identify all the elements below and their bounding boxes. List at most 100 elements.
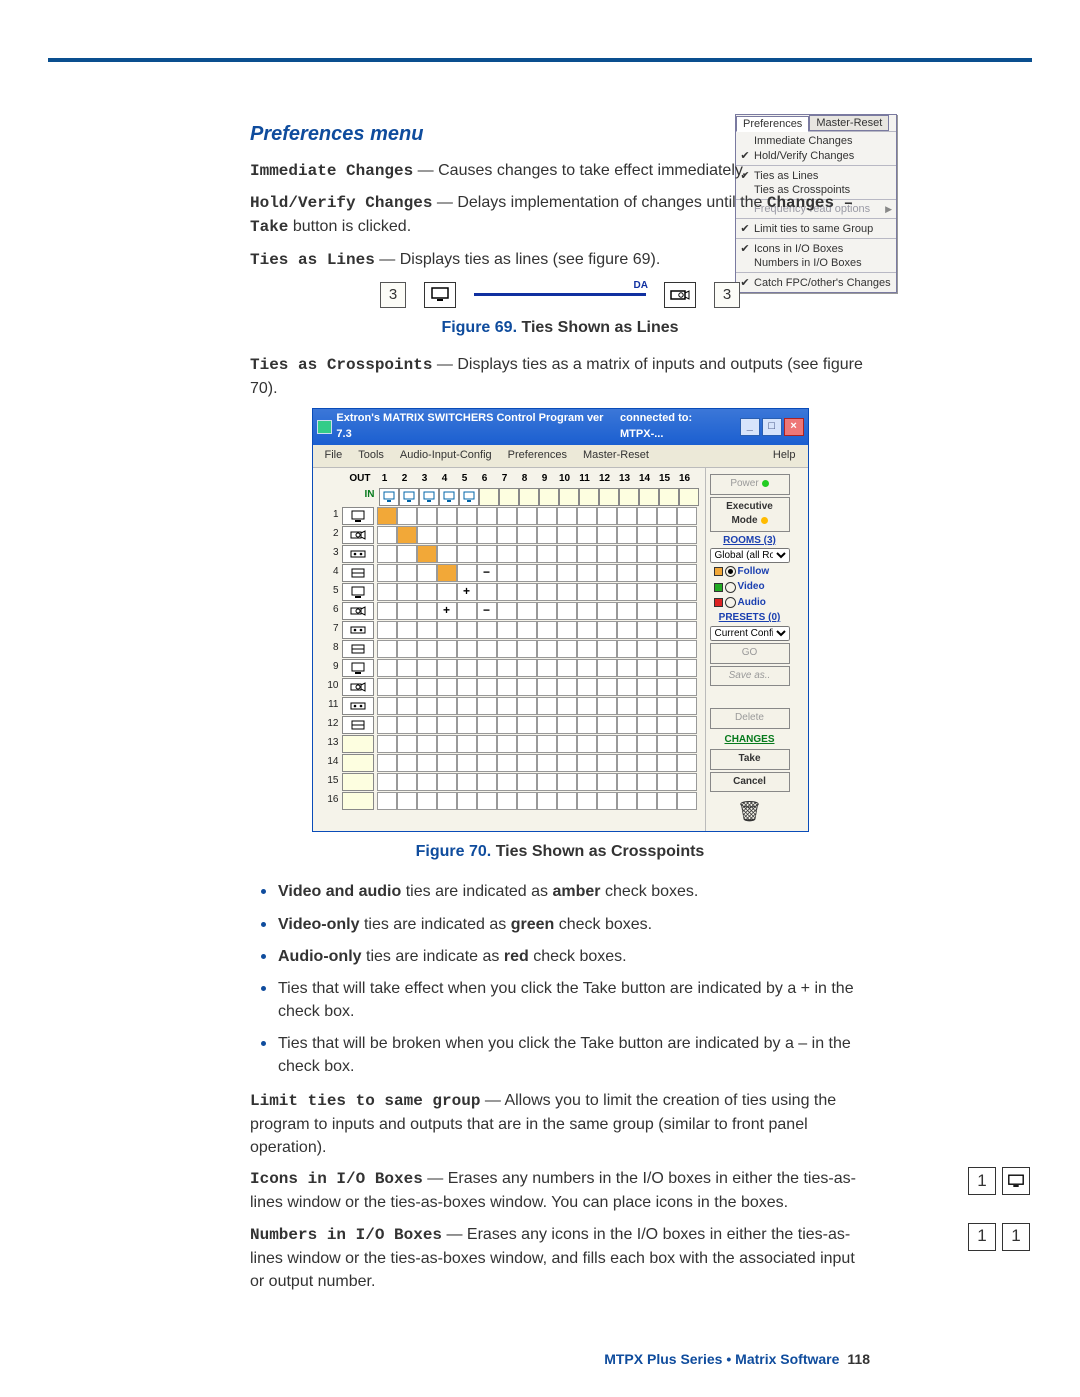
matrix-cell[interactable] (377, 640, 397, 658)
matrix-cell[interactable] (617, 526, 637, 544)
matrix-cell[interactable] (497, 602, 517, 620)
matrix-cell[interactable] (377, 773, 397, 791)
matrix-cell[interactable] (577, 621, 597, 639)
matrix-cell[interactable] (617, 678, 637, 696)
matrix-cell[interactable] (617, 640, 637, 658)
matrix-cell[interactable] (657, 507, 677, 525)
matrix-cell[interactable] (417, 507, 437, 525)
matrix-cell[interactable] (537, 735, 557, 753)
in-row-icon[interactable] (342, 754, 374, 772)
matrix-cell[interactable] (637, 697, 657, 715)
matrix-cell[interactable] (397, 754, 417, 772)
matrix-cell[interactable] (677, 507, 697, 525)
matrix-cell[interactable] (477, 735, 497, 753)
matrix-cell[interactable] (517, 716, 537, 734)
matrix-cell[interactable] (377, 526, 397, 544)
out-header-cell[interactable] (399, 488, 419, 506)
out-header-cell[interactable] (459, 488, 479, 506)
matrix-cell[interactable] (497, 640, 517, 658)
in-row-icon[interactable] (342, 697, 374, 715)
matrix-cell[interactable] (417, 526, 437, 544)
matrix-cell[interactable] (417, 545, 437, 563)
matrix-cell[interactable] (597, 773, 617, 791)
out-header-cell[interactable] (599, 488, 619, 506)
matrix-cell[interactable] (477, 564, 497, 582)
matrix-cell[interactable] (417, 564, 437, 582)
in-row-icon[interactable] (342, 735, 374, 753)
matrix-cell[interactable] (377, 716, 397, 734)
matrix-cell[interactable] (477, 792, 497, 810)
matrix-cell[interactable] (457, 735, 477, 753)
matrix-cell[interactable] (677, 640, 697, 658)
matrix-cell[interactable] (637, 773, 657, 791)
matrix-cell[interactable] (677, 659, 697, 677)
matrix-cell[interactable] (397, 659, 417, 677)
matrix-cell[interactable] (417, 659, 437, 677)
matrix-cell[interactable] (437, 792, 457, 810)
in-row-icon[interactable] (342, 602, 374, 620)
matrix-cell[interactable] (677, 773, 697, 791)
matrix-cell[interactable] (657, 735, 677, 753)
matrix-cell[interactable] (517, 526, 537, 544)
matrix-cell[interactable] (437, 735, 457, 753)
matrix-cell[interactable] (457, 773, 477, 791)
matrix-cell[interactable] (637, 526, 657, 544)
matrix-cell[interactable] (637, 659, 657, 677)
matrix-cell[interactable] (597, 792, 617, 810)
matrix-cell[interactable] (437, 640, 457, 658)
matrix-cell[interactable] (557, 507, 577, 525)
matrix-cell[interactable] (577, 716, 597, 734)
matrix-cell[interactable] (437, 754, 457, 772)
matrix-cell[interactable] (477, 697, 497, 715)
matrix-cell[interactable] (617, 716, 637, 734)
matrix-cell[interactable] (537, 640, 557, 658)
matrix-cell[interactable] (397, 735, 417, 753)
matrix-cell[interactable] (497, 545, 517, 563)
matrix-cell[interactable] (537, 564, 557, 582)
current-config-select[interactable]: Current Config (710, 626, 790, 641)
matrix-cell[interactable] (557, 716, 577, 734)
matrix-cell[interactable] (557, 659, 577, 677)
matrix-cell[interactable] (477, 507, 497, 525)
matrix-cell[interactable] (457, 754, 477, 772)
cancel-button[interactable]: Cancel (710, 772, 790, 793)
matrix-cell[interactable] (617, 792, 637, 810)
matrix-cell[interactable] (397, 716, 417, 734)
matrix-cell[interactable] (437, 678, 457, 696)
matrix-cell[interactable] (657, 583, 677, 601)
matrix-cell[interactable] (537, 602, 557, 620)
matrix-cell[interactable] (597, 735, 617, 753)
matrix-cell[interactable] (517, 792, 537, 810)
matrix-cell[interactable] (397, 545, 417, 563)
matrix-cell[interactable] (657, 773, 677, 791)
matrix-cell[interactable] (537, 773, 557, 791)
matrix-cell[interactable] (537, 678, 557, 696)
matrix-cell[interactable] (417, 735, 437, 753)
matrix-cell[interactable] (637, 621, 657, 639)
matrix-cell[interactable] (497, 526, 517, 544)
matrix-cell[interactable] (617, 621, 637, 639)
matrix-cell[interactable] (497, 792, 517, 810)
menu-tools[interactable]: Tools (352, 447, 390, 465)
matrix-cell[interactable] (597, 678, 617, 696)
matrix-cell[interactable] (537, 545, 557, 563)
matrix-cell[interactable] (597, 697, 617, 715)
matrix-cell[interactable] (677, 716, 697, 734)
matrix-cell[interactable] (577, 792, 597, 810)
matrix-cell[interactable] (497, 773, 517, 791)
matrix-cell[interactable] (397, 602, 417, 620)
matrix-cell[interactable] (597, 659, 617, 677)
matrix-cell[interactable] (557, 754, 577, 772)
matrix-cell[interactable] (577, 545, 597, 563)
matrix-cell[interactable] (457, 716, 477, 734)
out-header-cell[interactable] (479, 488, 499, 506)
matrix-cell[interactable] (477, 583, 497, 601)
matrix-cell[interactable] (537, 697, 557, 715)
matrix-cell[interactable] (477, 716, 497, 734)
matrix-cell[interactable] (377, 583, 397, 601)
matrix-cell[interactable] (457, 526, 477, 544)
matrix-cell[interactable] (437, 507, 457, 525)
matrix-cell[interactable] (597, 716, 617, 734)
matrix-cell[interactable] (437, 583, 457, 601)
matrix-cell[interactable] (577, 583, 597, 601)
